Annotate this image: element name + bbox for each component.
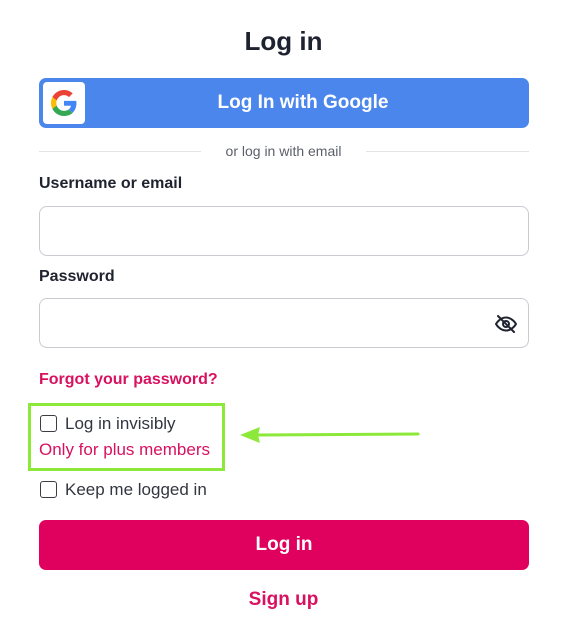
- page-title: Log in: [244, 26, 323, 56]
- google-login-button[interactable]: Log In with Google: [39, 78, 529, 128]
- signup-link[interactable]: Sign up: [0, 589, 567, 611]
- username-input[interactable]: [39, 206, 529, 256]
- divider-line-right: [366, 151, 529, 152]
- keep-logged-in-label: Keep me logged in: [65, 480, 207, 499]
- username-label: Username or email: [39, 175, 183, 192]
- forgot-password-link[interactable]: Forgot your password?: [39, 371, 218, 389]
- keep-logged-in-checkbox[interactable]: [40, 481, 57, 498]
- invisible-login-label: Log in invisibly: [65, 414, 176, 433]
- password-label: Password: [39, 268, 115, 285]
- password-input[interactable]: [39, 298, 529, 348]
- plus-members-note: Only for plus members: [39, 440, 210, 459]
- invisible-login-checkbox[interactable]: [40, 415, 57, 432]
- login-button[interactable]: Log in: [39, 520, 529, 570]
- eye-slash-icon[interactable]: [492, 310, 520, 338]
- annotation-arrow-icon: [240, 427, 420, 443]
- google-login-label: Log In with Google: [217, 92, 389, 113]
